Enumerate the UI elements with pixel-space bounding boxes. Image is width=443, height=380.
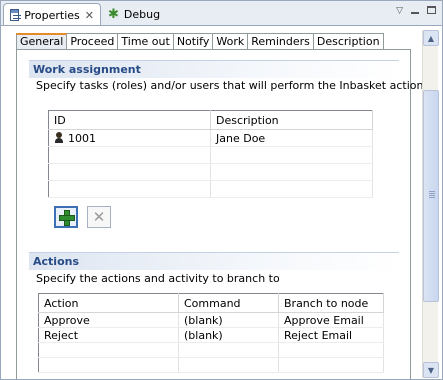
column-header-action[interactable]: Action <box>38 293 179 313</box>
table-cell-action: Reject <box>38 327 179 343</box>
scroll-thumb[interactable] <box>423 90 439 302</box>
tab-properties-label: Properties <box>24 8 80 22</box>
properties-view: General Proceed Time out Notify Work Rem… <box>0 25 443 380</box>
table-header-row: ID Description <box>48 110 373 130</box>
table-cell-action: Approve <box>38 312 179 328</box>
table-header-row: Action Command Branch to node <box>38 293 384 313</box>
column-header-id[interactable]: ID <box>48 110 211 130</box>
table-row <box>48 146 373 164</box>
page-tabs: General Proceed Time out Notify Work Rem… <box>16 33 384 50</box>
tab-debug[interactable]: ✱ Debug <box>102 3 164 26</box>
view-tab-bar: Properties ✕ ✱ Debug ▽ <box>0 0 443 26</box>
properties-icon <box>10 9 22 21</box>
work-assignment-header: Work assignment <box>29 60 399 78</box>
view-menu-icon[interactable]: ▽ <box>396 6 403 16</box>
vertical-scrollbar[interactable]: ▲ ▼ <box>422 30 439 378</box>
user-icon <box>54 131 64 143</box>
table-cell-command: (blank) <box>178 327 279 343</box>
tab-notify[interactable]: Notify <box>173 33 214 50</box>
tab-debug-label: Debug <box>123 8 161 21</box>
table-cell-branch: Approve Email <box>278 312 384 328</box>
actions-description: Specify the actions and activity to bran… <box>36 272 280 285</box>
tab-description[interactable]: Description <box>313 33 384 50</box>
column-header-branch[interactable]: Branch to node <box>278 293 384 313</box>
table-row[interactable]: Approve (blank) Approve Email <box>38 312 384 328</box>
work-assignment-table[interactable]: ID Description 1001 Jane Doe <box>48 110 373 198</box>
table-cell-command: (blank) <box>178 312 279 328</box>
tab-work[interactable]: Work <box>213 33 249 50</box>
bug-icon: ✱ <box>108 7 119 22</box>
tab-general[interactable]: General <box>16 33 68 50</box>
scroll-down-button[interactable]: ▼ <box>423 362 439 378</box>
tab-proceed[interactable]: Proceed <box>67 33 119 50</box>
column-header-description[interactable]: Description <box>210 110 373 130</box>
view-controls: ▽ <box>396 6 436 16</box>
table-cell-description: Jane Doe <box>210 129 373 147</box>
table-row[interactable]: 1001 Jane Doe <box>48 129 373 147</box>
actions-header: Actions <box>29 252 399 270</box>
tab-properties[interactable]: Properties ✕ <box>3 3 101 26</box>
table-row <box>48 180 373 198</box>
add-user-button[interactable] <box>54 206 78 228</box>
table-row <box>48 163 373 181</box>
minimize-icon[interactable] <box>411 12 419 14</box>
table-cell-id: 1001 <box>48 129 211 147</box>
scroll-up-button[interactable]: ▲ <box>423 30 439 46</box>
table-row <box>38 342 384 358</box>
tab-reminders[interactable]: Reminders <box>248 33 314 50</box>
grip-icon <box>429 191 435 192</box>
actions-table[interactable]: Action Command Branch to node Approve (b… <box>38 293 384 373</box>
close-icon[interactable]: ✕ <box>85 9 94 22</box>
plus-icon <box>59 210 75 226</box>
table-row <box>38 357 384 373</box>
delete-icon: ✕ <box>92 207 106 226</box>
table-row[interactable]: Reject (blank) Reject Email <box>38 327 384 343</box>
cell-id-value: 1001 <box>68 131 96 145</box>
table-cell-branch: Reject Email <box>278 327 384 343</box>
tab-time-out[interactable]: Time out <box>118 33 174 50</box>
column-header-command[interactable]: Command <box>178 293 279 313</box>
work-assignment-description: Specify tasks (roles) and/or users that … <box>36 79 424 92</box>
maximize-icon[interactable] <box>427 6 436 14</box>
remove-user-button[interactable]: ✕ <box>87 206 111 228</box>
